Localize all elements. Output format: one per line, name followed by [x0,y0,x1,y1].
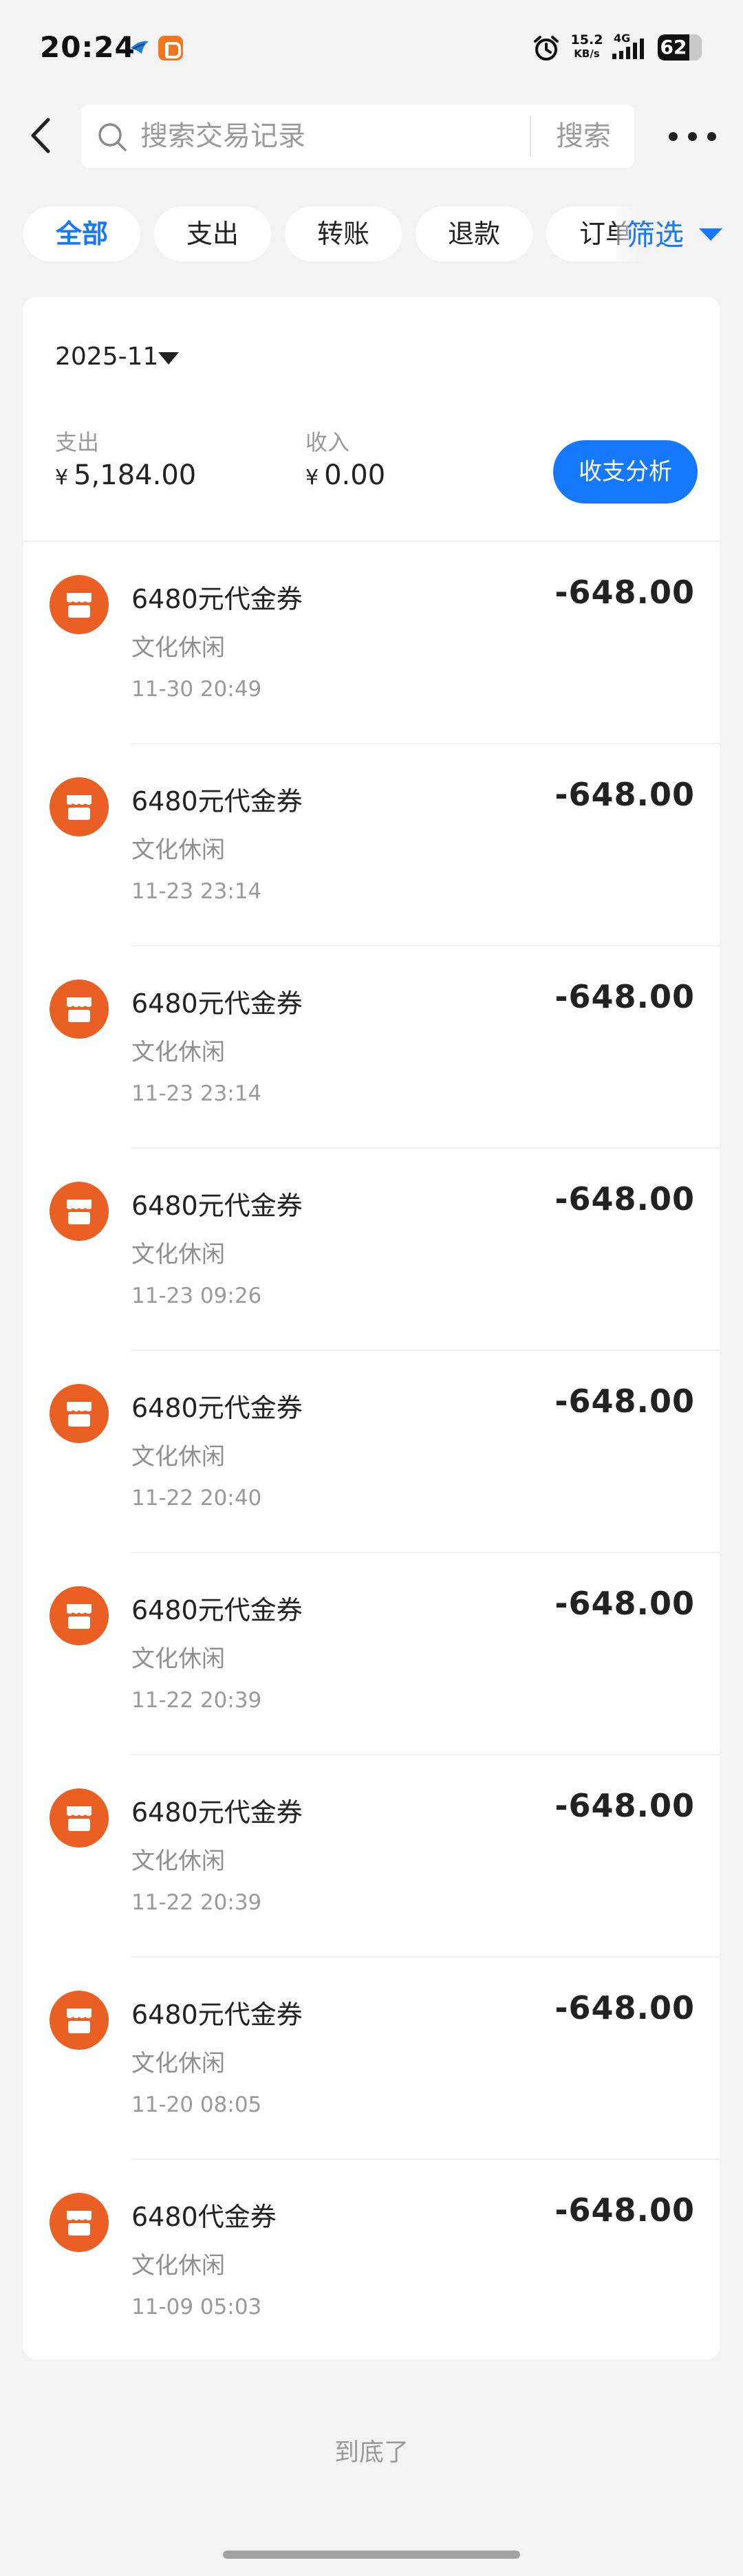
transaction-row[interactable]: 6480元代金券 文化休闲 11-23 23:14 -648.00 [23,744,720,946]
signal-bars-icon [612,39,644,59]
alarm-icon [534,36,559,61]
transaction-amount: -648.00 [554,1383,695,1420]
transaction-row[interactable]: 6480元代金券文化休闲 11-22 20:39 -648.00 [23,1755,720,1958]
end-of-list-text: 到底了 [334,2438,409,2467]
currency-symbol: ¥ [305,466,319,490]
shop-icon [50,1991,109,2050]
shop-icon [50,979,109,1039]
shop-icon [50,777,109,836]
network-speed-value: 15.2 [570,32,603,47]
shop-icon [50,1788,109,1848]
caret-down-icon[interactable] [158,352,179,365]
transaction-category: 文化休闲 [131,2050,225,2077]
transaction-amount: -648.00 [554,1989,695,2026]
network-speed: 15.2 KB/s [570,33,604,61]
transaction-category: 文化休闲 [131,1039,225,1066]
shop-icon [50,1384,109,1443]
search-button[interactable]: 搜索 [532,105,634,168]
transaction-title: 6480元代金券 [131,988,303,1019]
caret-down-icon [699,228,722,241]
month-selector[interactable]: 2025-11 [55,343,158,371]
income-expense-analysis-button[interactable]: 收支分析 [553,440,698,504]
more-dots-icon [707,132,716,141]
transaction-category: 文化休闲 [131,836,225,864]
transaction-amount: -648.00 [554,1180,695,1217]
transaction-title: 6480元代金券 [131,1393,303,1423]
home-indicator[interactable] [223,2551,520,2559]
more-dots-icon [688,132,697,141]
chip-refund[interactable]: 退款 [416,206,532,261]
status-time: 20:24 [40,30,136,64]
search-input[interactable]: 搜索交易记录 [140,105,305,168]
transaction-row[interactable]: 6480元代金券文化休闲 11-23 23:14 -648.00 [23,946,720,1149]
chip-expense[interactable]: 支出 [154,206,271,261]
transaction-category: 文化休闲 [131,1443,225,1471]
shop-icon [50,1182,109,1241]
transaction-amount: -648.00 [554,978,695,1015]
transaction-time: 11-22 20:39 [131,1688,262,1713]
search-bar[interactable]: 搜索交易记录 搜索 [81,105,634,168]
shop-icon [50,575,109,634]
transaction-row[interactable]: 6480元代金券 文化休闲 11-22 20:39 -648.00 [23,1553,720,1755]
income-value: 0.00 [324,459,386,491]
search-divider [530,116,531,157]
transaction-time: 11-09 05:03 [131,2295,262,2319]
transaction-row[interactable]: 6480元代金券 文化休闲 11-22 20:40 -648.00 [23,1351,720,1553]
transaction-category: 文化休闲 [131,1241,225,1268]
battery-percent: 62 [660,36,687,58]
transaction-category: 文化休闲 [131,2252,225,2280]
expense-total: ¥5,184.00 [55,459,196,491]
transaction-title: 6480元代金券 [131,1595,303,1625]
transaction-category: 文化休闲 [131,634,225,662]
more-dots-icon [669,132,678,141]
transaction-amount: -648.00 [554,574,695,611]
app-notification-icon [131,41,149,54]
transaction-row[interactable]: 6480元代金券 文化休闲 11-20 08:05 -648.00 [23,1958,720,2160]
transaction-amount: -648.00 [554,1787,695,1824]
transaction-category: 文化休闲 [131,1848,225,1875]
transaction-amount: -648.00 [554,1585,695,1622]
more-options-button[interactable] [669,122,720,150]
expense-label: 支出 [55,429,100,455]
transaction-title: 6480元代金券 [131,786,303,816]
transaction-time: 11-23 09:26 [131,1284,262,1308]
transaction-amount: -648.00 [554,2191,695,2229]
currency-symbol: ¥ [55,466,69,490]
transaction-time: 11-23 23:14 [131,879,262,904]
shop-icon [50,2193,109,2252]
income-label: 收入 [305,429,350,455]
status-bar: 20:24 15.2 KB/s 4G 62 [0,0,743,96]
transaction-title: 6480元代金券 [131,1797,303,1828]
back-button[interactable] [21,110,62,161]
transactions-card: 2025-11 支出 ¥5,184.00 收入 ¥0.00 收支分析 6480元… [23,297,720,2359]
battery-indicator: 62 [658,34,702,61]
transaction-time: 11-22 20:39 [131,1890,262,1915]
income-total: ¥0.00 [305,459,385,491]
transaction-row[interactable]: 6480元代金券 文化休闲 11-30 20:49 -648.00 [23,542,720,744]
transaction-time: 11-30 20:49 [131,677,262,702]
transaction-title: 6480元代金券 [131,584,303,614]
transaction-time: 11-23 23:14 [131,1081,262,1106]
chip-all[interactable]: 全部 [23,206,140,261]
shop-icon [50,1586,109,1645]
network-speed-unit: KB/s [574,47,600,60]
transaction-title: 6480代金券 [131,2202,277,2232]
filter-button[interactable]: 筛选 [616,206,743,264]
chip-transfer[interactable]: 转账 [285,206,402,261]
transaction-category: 文化休闲 [131,1645,225,1673]
transaction-title: 6480元代金券 [131,1191,303,1221]
transaction-amount: -648.00 [554,776,695,813]
app-notification-icon [158,36,183,61]
transaction-time: 11-22 20:40 [131,1486,262,1511]
filter-label: 筛选 [626,218,685,252]
transaction-time: 11-20 08:05 [131,2092,262,2117]
transaction-row[interactable]: 6480代金券 文化休闲 11-09 05:03 -648.00 [23,2160,720,2359]
search-icon [98,123,127,151]
transaction-row[interactable]: 6480元代金券 文化休闲 11-23 09:26 -648.00 [23,1149,720,1351]
transaction-title: 6480元代金券 [131,2000,303,2030]
expense-value: 5,184.00 [74,459,197,491]
